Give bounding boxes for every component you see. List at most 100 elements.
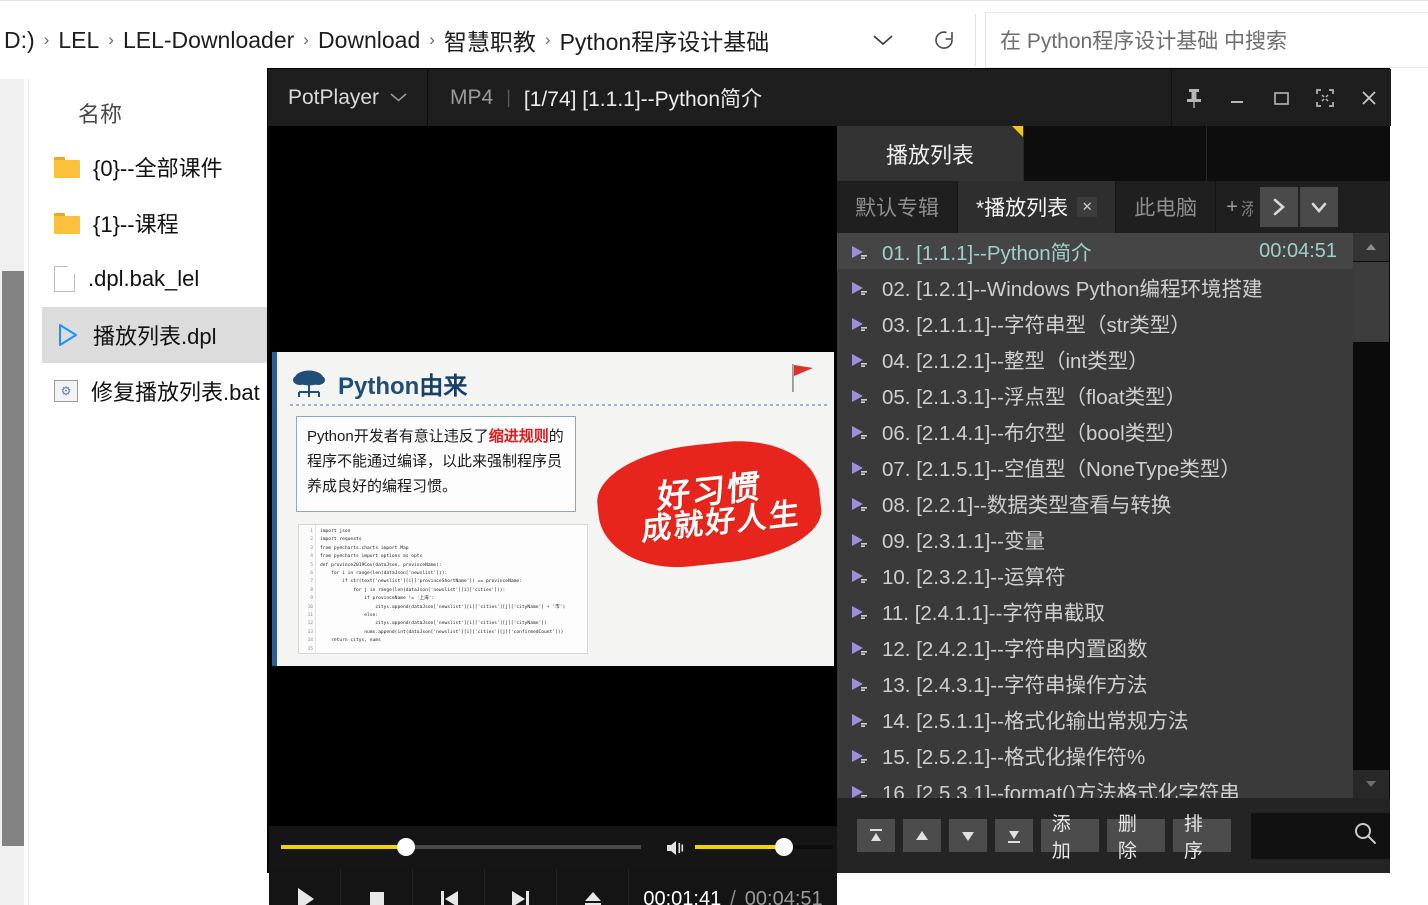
file-name: .dpl.bak_lel	[88, 266, 200, 291]
tab-empty-slot-1[interactable]	[1023, 126, 1206, 181]
list-item[interactable]: ⚙ 修复播放列表.bat	[42, 363, 267, 419]
scroll-down-icon[interactable]	[1353, 770, 1389, 798]
playlist-item-text: 08. [2.2.1]--数据类型查看与转换	[882, 494, 1172, 517]
playlist-item-text: 03. [2.1.1.1]--字符串型（str类型）	[882, 314, 1191, 337]
refresh-icon[interactable]	[928, 25, 960, 55]
move-to-bottom-button[interactable]	[994, 819, 1033, 852]
minimize-icon[interactable]	[1215, 69, 1259, 126]
scroll-up-icon[interactable]	[1353, 233, 1389, 261]
column-header-name[interactable]: 名称	[78, 97, 122, 129]
playlist-scrollbar[interactable]	[1353, 233, 1390, 798]
sort-button[interactable]: 排序	[1172, 814, 1231, 862]
playlist-item[interactable]: 03. [2.1.1.1]--字符串型（str类型）	[837, 305, 1353, 341]
breadcrumb-item-lel[interactable]: LEL	[54, 27, 103, 54]
playlist-item-text: 13. [2.4.3.1]--字符串操作方法	[882, 674, 1148, 697]
fullscreen-icon[interactable]	[1303, 69, 1347, 126]
slide-title-underline	[290, 404, 830, 406]
maximize-icon[interactable]	[1259, 69, 1303, 126]
scrollbar-thumb[interactable]	[1353, 262, 1389, 342]
seek-progress-fill	[281, 845, 405, 849]
stop-button[interactable]	[341, 868, 413, 905]
playlist-subtabs: 默认专辑 *播放列表 ✕ 此电脑 + 添加	[837, 181, 1390, 233]
add-button[interactable]: 添加	[1040, 814, 1099, 862]
list-item[interactable]: .dpl.bak_lel	[42, 251, 267, 307]
window-controls	[1171, 69, 1391, 126]
search-input[interactable]: 在 Python程序设计基础 中搜索	[985, 12, 1428, 68]
next-tab-icon[interactable]	[1259, 187, 1298, 227]
file-name: 播放列表.dpl	[93, 324, 217, 349]
seek-and-volume-row	[269, 826, 837, 868]
tab-empty-slot-2[interactable]	[1206, 126, 1389, 181]
playlist-item-duration: 00:04:51	[1259, 239, 1337, 262]
playlist-item[interactable]: 07. [2.1.5.1]--空值型（NoneType类型）	[837, 449, 1353, 485]
chevron-down-icon[interactable]	[866, 26, 900, 54]
playlist-item[interactable]: 09. [2.3.1.1]--变量	[837, 521, 1353, 557]
delete-button[interactable]: 删除	[1106, 814, 1165, 862]
seek-handle[interactable]	[397, 838, 415, 856]
potplayer-menu-button[interactable]: PotPlayer	[268, 69, 427, 126]
breadcrumb-item-python-course[interactable]: Python程序设计基础	[556, 23, 774, 57]
seek-slider[interactable]	[281, 837, 641, 857]
slide-code-block: 1 2 3 4 5 6 7 8 9 10 11 12 13 14 15 impo…	[298, 524, 588, 654]
play-small-icon	[850, 351, 870, 367]
play-small-icon	[850, 783, 870, 798]
volume-handle[interactable]	[775, 838, 793, 856]
play-small-icon	[850, 747, 870, 763]
playlist-item[interactable]: 12. [2.4.2.1]--字符串内置函数	[837, 629, 1353, 665]
playlist-item-text: 12. [2.4.2.1]--字符串内置函数	[882, 638, 1148, 661]
subtab-current-playlist[interactable]: *播放列表 ✕	[958, 181, 1117, 233]
playlist-search-input[interactable]	[1250, 812, 1391, 859]
eject-button[interactable]	[557, 868, 629, 905]
folder-icon	[54, 156, 80, 178]
video-surface[interactable]: Python由来 Python开发者有意让违反了缩进规则的程序不能通过编译，以此…	[269, 126, 837, 826]
pin-icon[interactable]	[1171, 69, 1215, 126]
scrollbar-thumb[interactable]	[2, 271, 24, 846]
close-icon[interactable]	[1347, 69, 1391, 126]
playlist-item[interactable]: 06. [2.1.4.1]--布尔型（bool类型）	[837, 413, 1353, 449]
subtab-this-pc[interactable]: 此电脑	[1116, 181, 1217, 233]
playlist-item[interactable]: 08. [2.2.1]--数据类型查看与转换	[837, 485, 1353, 521]
list-item[interactable]: {0}--全部课件	[42, 139, 267, 195]
playlist-item[interactable]: 15. [2.5.2.1]--格式化操作符%	[837, 737, 1353, 773]
add-tab-button[interactable]: + 添加	[1216, 181, 1260, 233]
breadcrumb-item-zhihuizhijiao[interactable]: 智慧职教	[440, 23, 540, 57]
playlist-item[interactable]: 14. [2.5.1.1]--格式化输出常规方法	[837, 701, 1353, 737]
playlist-item[interactable]: 05. [2.1.3.1]--浮点型（float类型）	[837, 377, 1353, 413]
breadcrumb-item-drive[interactable]: D:)	[0, 27, 39, 54]
close-icon[interactable]: ✕	[1077, 197, 1098, 217]
tab-list-icon[interactable]	[1299, 187, 1338, 227]
cloud-icon	[290, 368, 328, 400]
playlist-item[interactable]: 13. [2.4.3.1]--字符串操作方法	[837, 665, 1353, 701]
tab-playlist[interactable]: 播放列表	[837, 126, 1023, 181]
previous-button[interactable]	[413, 868, 485, 905]
volume-slider[interactable]	[695, 837, 833, 857]
potplayer-titlebar[interactable]: PotPlayer MP4 | [1/74] [1.1.1]--Python简介	[268, 69, 1391, 126]
breadcrumb-item-lel-downloader[interactable]: LEL-Downloader	[119, 27, 298, 54]
playlist-item[interactable]: 02. [1.2.1]--Windows Python编程环境搭建	[837, 269, 1353, 305]
next-button[interactable]	[485, 868, 557, 905]
play-small-icon	[850, 675, 870, 691]
explorer-outer-scrollbar[interactable]	[0, 79, 24, 905]
playlist-item[interactable]: 11. [2.4.1.1]--字符串截取	[837, 593, 1353, 629]
play-button[interactable]	[269, 868, 341, 905]
playlist-items[interactable]: 01. [1.1.1]--Python简介 00:04:51 02. [1.2.…	[837, 233, 1353, 798]
playlist-item-current[interactable]: 01. [1.1.1]--Python简介 00:04:51	[837, 233, 1353, 269]
breadcrumb-item-download[interactable]: Download	[314, 27, 424, 54]
list-item-selected[interactable]: 播放列表.dpl	[42, 307, 267, 363]
subtab-default-album[interactable]: 默认专辑	[837, 181, 958, 233]
volume-control[interactable]	[665, 837, 833, 857]
chevron-down-icon[interactable]	[390, 89, 407, 106]
list-item[interactable]: {1}--课程	[42, 195, 267, 251]
search-icon[interactable]	[1352, 820, 1378, 851]
speaker-icon[interactable]	[665, 838, 687, 856]
play-file-icon	[54, 322, 80, 348]
playlist-item[interactable]: 10. [2.3.2.1]--运算符	[837, 557, 1353, 593]
time-display: 00:01:41 / 00:04:51	[629, 868, 837, 905]
playlist-item-text: 02. [1.2.1]--Windows Python编程环境搭建	[882, 278, 1263, 301]
move-to-top-button[interactable]	[857, 819, 895, 852]
playlist-item[interactable]: 16. [2.5.3.1]--format()方法格式化字符串	[837, 773, 1353, 798]
move-up-button[interactable]	[902, 819, 941, 852]
move-down-button[interactable]	[948, 819, 987, 852]
playlist-item[interactable]: 04. [2.1.2.1]--整型（int类型）	[837, 341, 1353, 377]
title-separator: |	[506, 87, 511, 107]
